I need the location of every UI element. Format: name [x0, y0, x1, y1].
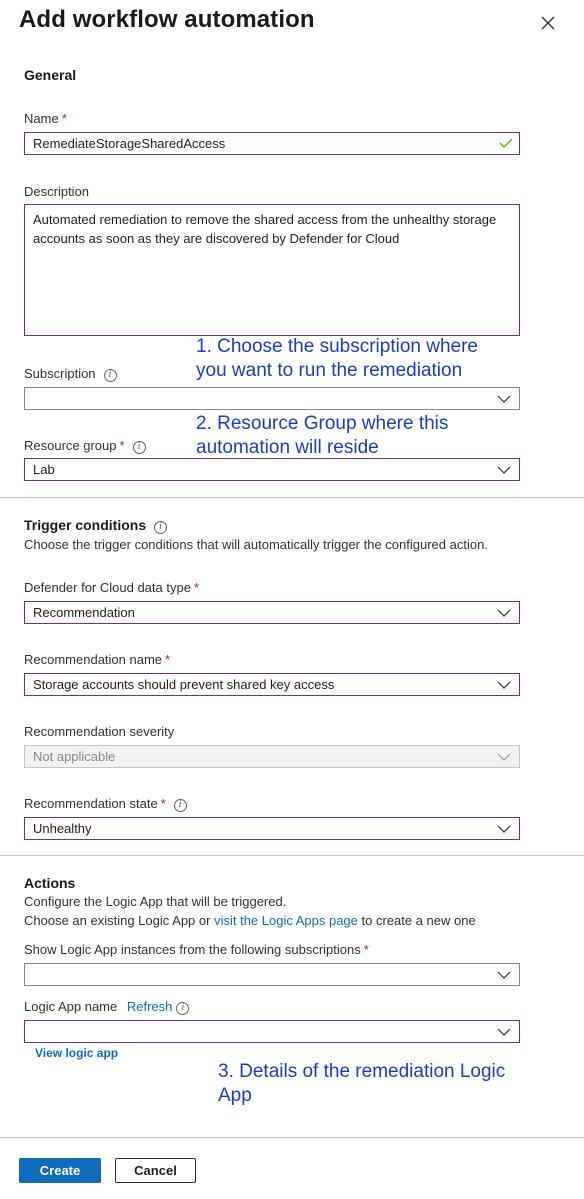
chevron-down-icon: [497, 463, 511, 475]
chevron-down-icon: [497, 968, 511, 980]
name-label: Name *: [24, 111, 67, 126]
resource-group-label: Resource group * i: [24, 438, 146, 454]
logic-apps-page-link[interactable]: visit the Logic Apps page: [214, 913, 358, 928]
instances-dropdown[interactable]: [24, 963, 520, 986]
description-field[interactable]: Automated remediation to remove the shar…: [24, 204, 520, 336]
data-type-label: Defender for Cloud data type *: [24, 580, 199, 595]
annotation-resource-group: 2. Resource Group where this automation …: [196, 413, 449, 458]
chevron-down-icon: [497, 1025, 511, 1037]
actions-heading: Actions: [24, 875, 76, 891]
recommendation-state-label: Recommendation state * i: [24, 796, 187, 812]
recommendation-severity-dropdown: Not applicable: [24, 745, 520, 768]
refresh-link[interactable]: Refresh: [127, 999, 173, 1014]
divider: [0, 1137, 584, 1138]
info-icon[interactable]: i: [132, 441, 146, 454]
description-label: Description: [24, 184, 90, 199]
description-text: Automated remediation to remove the shar…: [33, 212, 497, 246]
cancel-button[interactable]: Cancel: [115, 1158, 196, 1183]
recommendation-severity-label: Recommendation severity: [24, 724, 175, 739]
recommendation-name-dropdown[interactable]: Storage accounts should prevent shared k…: [24, 673, 520, 696]
divider: [0, 855, 584, 856]
info-icon[interactable]: i: [103, 369, 117, 382]
general-heading: General: [24, 67, 77, 83]
close-icon[interactable]: [538, 13, 558, 33]
checkmark-icon: [499, 136, 513, 154]
panel-title: Add workflow automation: [19, 6, 315, 33]
create-button[interactable]: Create: [19, 1158, 101, 1183]
subscription-label: Subscription i: [24, 366, 117, 382]
info-icon[interactable]: i: [154, 521, 168, 534]
resource-group-dropdown[interactable]: Lab: [24, 458, 520, 481]
info-icon[interactable]: i: [173, 799, 187, 812]
chevron-down-icon: [497, 822, 511, 834]
trigger-heading: Trigger conditions i: [24, 517, 168, 534]
data-type-dropdown[interactable]: Recommendation: [24, 601, 520, 624]
divider: [0, 497, 584, 498]
annotation-subscription: 1. Choose the subscription where you wan…: [196, 336, 478, 381]
chevron-down-icon: [497, 392, 511, 404]
logic-app-name-dropdown[interactable]: [24, 1020, 520, 1043]
recommendation-name-label: Recommendation name *: [24, 652, 171, 667]
chevron-down-icon: [497, 606, 511, 618]
view-logic-app-link[interactable]: View logic app: [35, 1046, 118, 1060]
subscription-dropdown[interactable]: [24, 387, 520, 410]
name-field[interactable]: RemediateStorageSharedAccess: [24, 132, 520, 155]
info-icon[interactable]: i: [176, 1002, 190, 1015]
trigger-description: Choose the trigger conditions that will …: [24, 537, 488, 552]
recommendation-state-dropdown[interactable]: Unhealthy: [24, 817, 520, 840]
instances-label: Show Logic App instances from the follow…: [24, 942, 369, 957]
actions-description: Configure the Logic App that will be tri…: [24, 894, 287, 909]
logic-app-name-label: Logic App name Refresh i: [24, 999, 190, 1015]
annotation-logic-app: 3. Details of the remediation Logic App: [218, 1061, 506, 1106]
chevron-down-icon: [497, 678, 511, 690]
actions-choose-text: Choose an existing Logic App or visit th…: [24, 913, 476, 928]
chevron-down-icon: [497, 750, 511, 762]
